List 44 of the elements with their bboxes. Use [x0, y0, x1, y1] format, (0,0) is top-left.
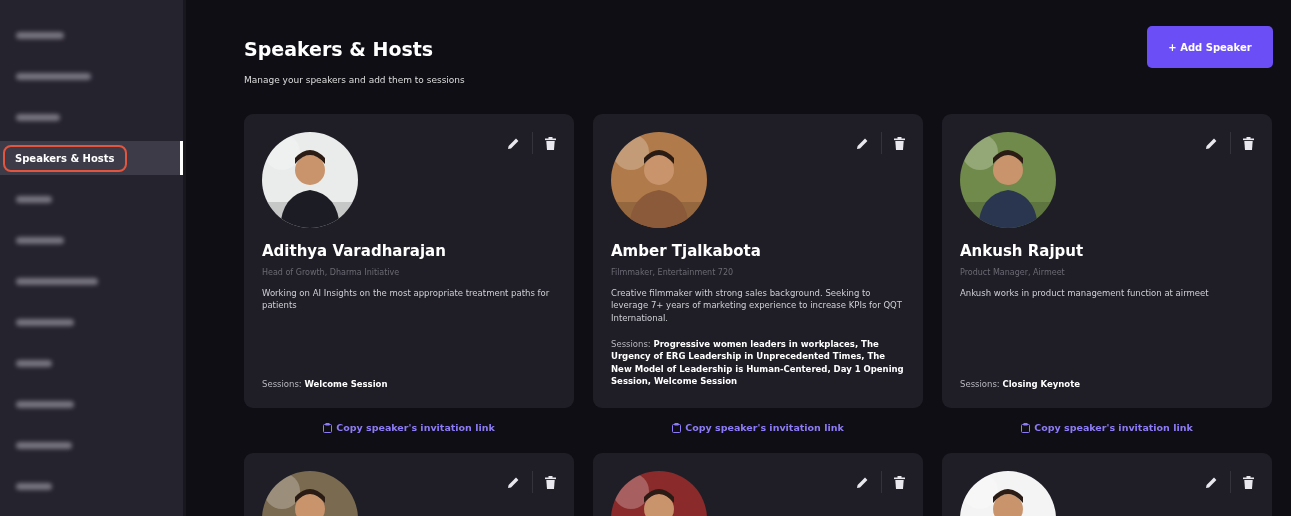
blurred-label	[16, 482, 52, 490]
speaker-sessions: Sessions: Closing Keynote	[960, 377, 1081, 390]
blurred-label	[16, 318, 74, 326]
edit-icon[interactable]	[856, 136, 869, 150]
speaker-role: Filmmaker, Entertainment 720	[611, 268, 735, 277]
edit-icon[interactable]	[856, 475, 869, 489]
speaker-sessions: Sessions: Progressive women leaders in workplaces, The Urgency of ERG Leadership in Unprecedented Times, The New Model of Leadership is Human-Centered, Day 1 Opening Session, Welcome Session	[611, 337, 905, 388]
blurred-label	[16, 31, 64, 39]
invitation-link[interactable]: Copy speaker's invitation link	[323, 422, 495, 433]
blurred-label	[16, 236, 64, 244]
edit-icon[interactable]	[1205, 136, 1218, 150]
sidebar-item[interactable]: Speakers & Hosts	[0, 141, 183, 175]
invitation-link[interactable]: Copy speaker's invitation link	[1021, 422, 1193, 433]
clipboard-icon	[323, 422, 333, 433]
speaker-name: Amber Tjalkabota	[611, 242, 762, 260]
page-title: Speakers & Hosts	[244, 38, 435, 60]
speaker-bio: Creative filmmaker with strong sales background. Seeking to leverage 7+ years of marketing experience to increase KPIs for QQT International.	[611, 287, 903, 324]
speaker-bio: Working on AI Insights on the most appropriate treatment paths for patients	[262, 287, 551, 312]
trash-icon[interactable]	[545, 475, 556, 489]
speaker-role: Product Manager, Airmeet	[960, 268, 1066, 277]
speaker-role: Head of Growth, Dharma Initiative	[262, 268, 401, 277]
clipboard-icon	[1021, 422, 1031, 433]
speaker-bio: Ankush works in product management function at airmeet	[960, 287, 1210, 300]
trash-icon[interactable]	[894, 136, 905, 150]
trash-icon[interactable]	[894, 475, 905, 489]
blurred-label	[16, 195, 52, 203]
sidebar-label: Speakers & Hosts	[3, 144, 127, 172]
blurred-label	[16, 113, 60, 121]
edit-icon[interactable]	[1205, 475, 1218, 489]
edit-icon[interactable]	[507, 136, 520, 150]
blurred-label	[16, 400, 74, 408]
speaker-name: Adithya Varadharajan	[262, 242, 447, 260]
trash-icon[interactable]	[1243, 136, 1254, 150]
speaker-name: Ankush Rajput	[960, 242, 1085, 260]
speaker-sessions: Sessions: Welcome Session	[262, 377, 389, 390]
trash-icon[interactable]	[1243, 475, 1254, 489]
invitation-link[interactable]: Copy speaker's invitation link	[672, 422, 844, 433]
blurred-label	[16, 359, 52, 367]
edit-icon[interactable]	[507, 475, 520, 489]
clipboard-icon	[672, 422, 682, 433]
add-speaker-button[interactable]: + Add Speaker	[1147, 26, 1273, 68]
blurred-label	[16, 441, 72, 449]
page-subtitle: Manage your speakers and add them to sessions	[244, 75, 465, 85]
trash-icon[interactable]	[545, 136, 556, 150]
